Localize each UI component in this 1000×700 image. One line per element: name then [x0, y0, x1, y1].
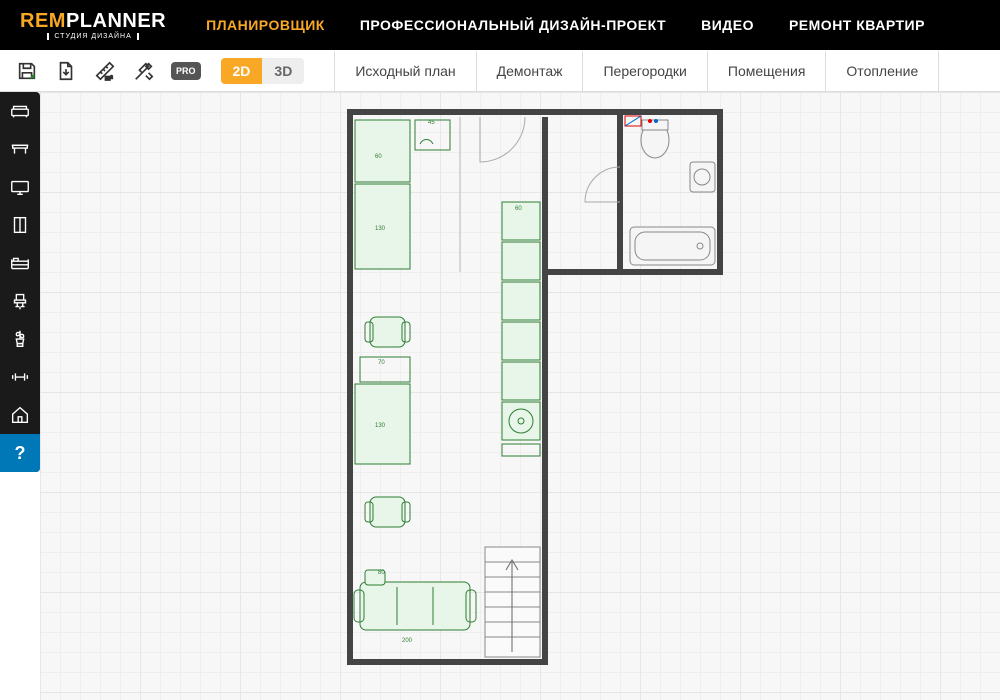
logo-planner: PLANNER: [66, 10, 166, 32]
dim-label: 130: [375, 423, 386, 429]
dim-label: 200: [402, 638, 413, 644]
tab-rooms[interactable]: Помещения: [707, 51, 826, 91]
nav-design-project[interactable]: ПРОФЕССИОНАЛЬНЫЙ ДИЗАЙН-ПРОЕКТ: [360, 17, 666, 33]
dim-label: 70: [378, 360, 385, 366]
sidebar-help-button[interactable]: ?: [0, 434, 40, 472]
logo-text: REMPLANNER: [20, 11, 166, 31]
tab-demolition[interactable]: Демонтаж: [476, 51, 583, 91]
sidebar-gym-icon[interactable]: [0, 358, 40, 396]
pro-badge[interactable]: PRO: [171, 62, 201, 80]
svg-text:m²: m²: [105, 75, 113, 82]
dim-label: 130: [375, 226, 386, 232]
view-toggle: 2D 3D: [221, 58, 305, 84]
staircase: [485, 547, 540, 657]
measure-icon[interactable]: m²: [93, 59, 117, 83]
tab-original-plan[interactable]: Исходный план: [334, 51, 475, 91]
view-3d-button[interactable]: 3D: [262, 58, 304, 84]
sidebar-home-icon[interactable]: [0, 396, 40, 434]
sidebar-chair-icon[interactable]: [0, 282, 40, 320]
dim-label: 80: [378, 570, 385, 576]
sidebar-bed-icon[interactable]: [0, 244, 40, 282]
logo[interactable]: REMPLANNER СТУДИЯ ДИЗАЙНА: [20, 11, 166, 40]
dim-label: 45: [428, 120, 435, 126]
export-icon[interactable]: [54, 59, 78, 83]
view-2d-button[interactable]: 2D: [221, 58, 263, 84]
dim-label: 60: [375, 154, 382, 160]
sidebar-tv-icon[interactable]: [0, 168, 40, 206]
sidebar-door-icon[interactable]: [0, 206, 40, 244]
tab-heating[interactable]: Отопление: [825, 51, 939, 91]
sidebar-plant-icon[interactable]: [0, 320, 40, 358]
floorplan[interactable]: 45 60 130 70 130: [320, 102, 740, 700]
logo-subtitle: СТУДИЯ ДИЗАЙНА: [47, 33, 138, 40]
sidebar: ?: [0, 92, 40, 472]
main-nav: ПЛАНИРОВЩИК ПРОФЕССИОНАЛЬНЫЙ ДИЗАЙН-ПРОЕ…: [206, 17, 925, 33]
canvas[interactable]: 45 60 130 70 130: [40, 92, 1000, 700]
sidebar-sofa-icon[interactable]: [0, 92, 40, 130]
toolbar: m² PRO 2D 3D Исходный план Демонтаж Пере…: [0, 50, 1000, 92]
plan-tabs: Исходный план Демонтаж Перегородки Помещ…: [334, 51, 939, 91]
save-icon[interactable]: [15, 59, 39, 83]
tools-icon[interactable]: [132, 59, 156, 83]
header: REMPLANNER СТУДИЯ ДИЗАЙНА ПЛАНИРОВЩИК ПР…: [0, 0, 1000, 50]
nav-planner[interactable]: ПЛАНИРОВЩИК: [206, 17, 325, 33]
logo-rem: REM: [20, 10, 66, 32]
nav-renovation[interactable]: РЕМОНТ КВАРТИР: [789, 17, 925, 33]
sidebar-table-icon[interactable]: [0, 130, 40, 168]
tab-partitions[interactable]: Перегородки: [582, 51, 706, 91]
dim-label: 60: [515, 206, 522, 212]
nav-video[interactable]: ВИДЕО: [701, 17, 754, 33]
